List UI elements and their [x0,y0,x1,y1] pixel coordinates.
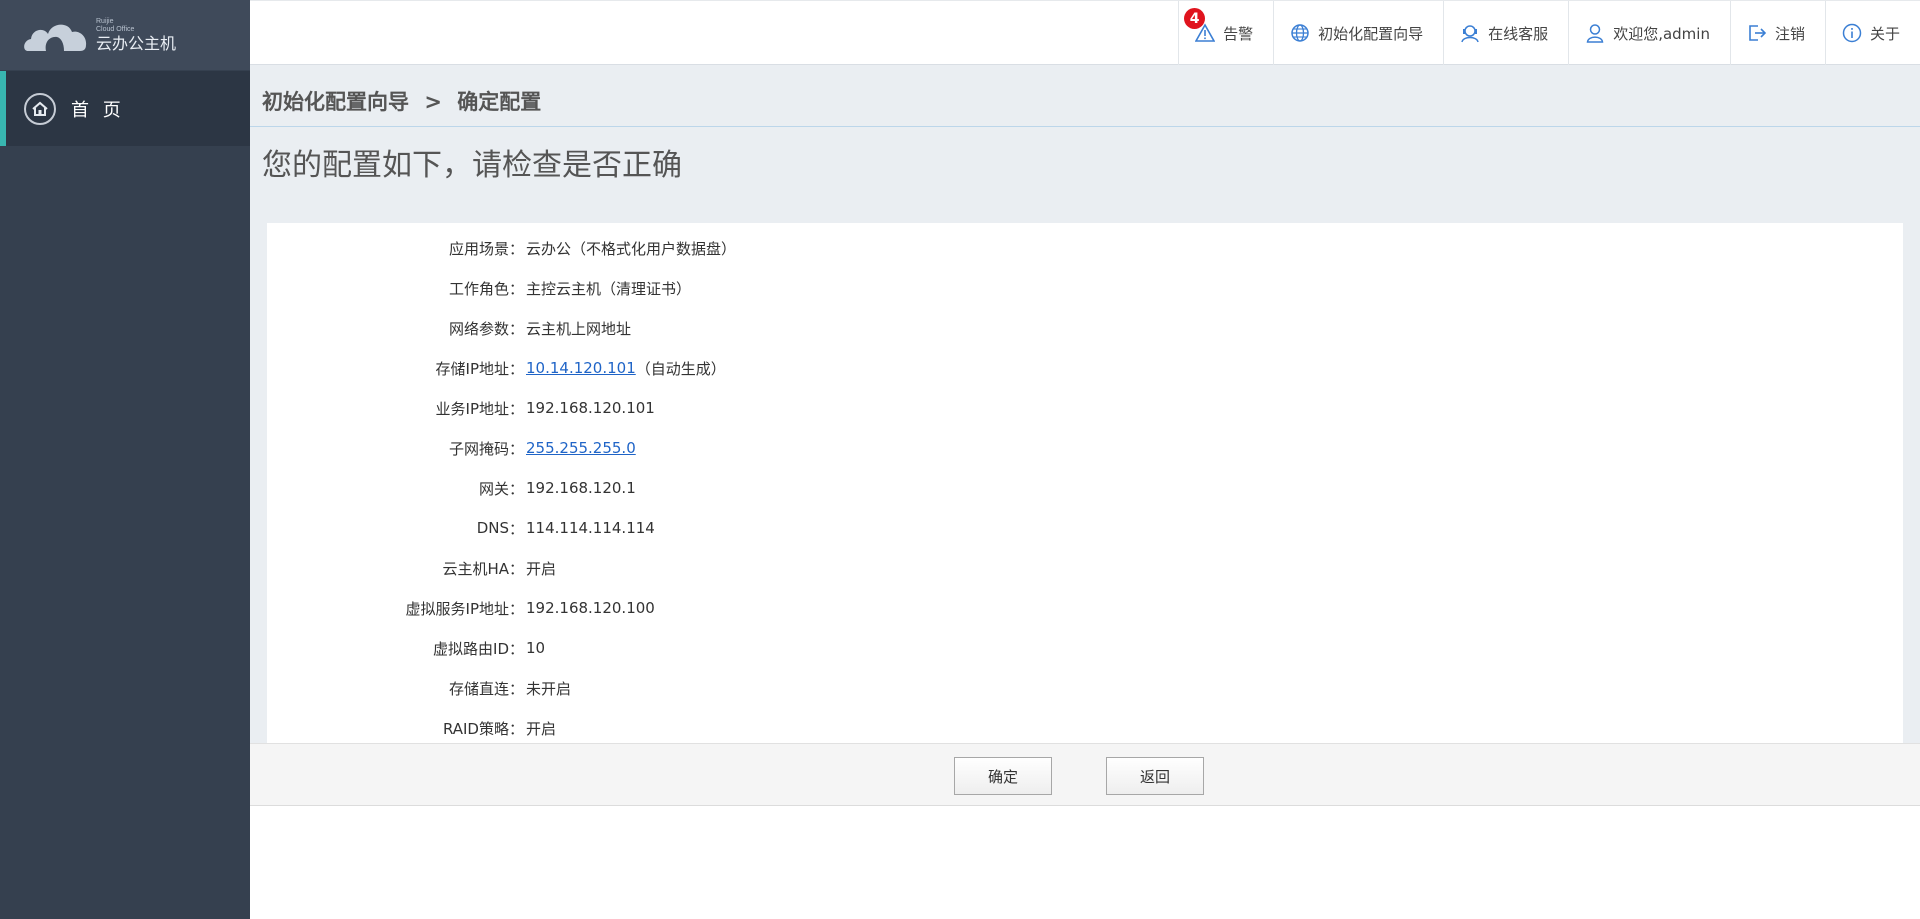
breadcrumb-parent[interactable]: 初始化配置向导 [262,90,409,114]
config-summary-panel: 应用场景： 云办公（不格式化用户数据盘） 工作角色： 主控云主机（清理证书） 网… [267,223,1903,743]
config-colon: ： [509,239,525,258]
logout-button[interactable]: 注销 [1729,1,1825,65]
sidebar-item-home[interactable]: 首 页 [0,71,250,146]
config-row: 网关： 192.168.120.1 [267,468,1267,508]
top-bar: 4 告警 初始化配置向导 在线客服 欢迎您,admin 注销 关于 [250,0,1920,65]
back-button[interactable]: 返回 [1106,757,1204,795]
init-wizard-button[interactable]: 初始化配置向导 [1273,1,1443,65]
cloud-logo-icon [24,24,87,51]
breadcrumb-divider [250,126,1920,127]
config-label: 子网掩码 [448,439,509,458]
alarm-count-badge: 4 [1184,8,1206,29]
config-colon: ： [509,519,525,538]
logout-label: 注销 [1774,24,1805,43]
config-colon: ： [509,719,525,738]
home-icon [24,92,56,125]
config-row: 子网掩码： 255.255.255.0 [267,428,1267,468]
config-label: 虚拟路由ID [433,639,509,658]
config-colon: ： [509,679,525,698]
sidebar-item-label: 首 页 [71,99,125,121]
config-label: 云主机HA [442,559,509,578]
config-row: 云主机HA： 开启 [267,548,1267,588]
config-value: 开启 [526,559,557,578]
config-row: 网络参数： 云主机上网地址 [267,308,1267,348]
config-value: 开启 [526,719,557,738]
config-row: 虚拟路由ID： 10 [267,628,1267,668]
config-row: 存储直连： 未开启 [267,668,1267,708]
config-label: 应用场景 [448,239,509,258]
config-colon: ： [509,559,525,578]
config-colon: ： [509,279,525,298]
config-row: 存储IP地址： 10.14.120.101 （自动生成） [267,348,1267,388]
breadcrumb: 初始化配置向导 > 确定配置 [262,86,549,116]
welcome-user-label: 欢迎您,admin [1613,24,1710,43]
config-value: （自动生成） [635,359,726,378]
user-menu[interactable]: 欢迎您,admin [1568,1,1730,65]
online-support-button[interactable]: 在线客服 [1443,1,1568,65]
info-icon [1842,23,1862,43]
action-bar: 确定 返回 [250,743,1920,806]
alarm-label: 告警 [1223,24,1254,43]
sidebar: Ruijie Cloud Office 云办公主机 首 页 [0,0,250,919]
config-label: DNS [476,519,509,537]
logout-icon [1749,25,1767,41]
config-colon: ： [509,479,525,498]
breadcrumb-separator: > [424,90,442,114]
config-label: RAID策略 [442,719,509,738]
config-label: 虚拟服务IP地址 [405,599,509,618]
config-value: 192.168.120.1 [526,479,636,497]
config-colon: ： [509,599,525,618]
user-icon [1586,24,1604,43]
breadcrumb-current: 确定配置 [457,90,542,114]
top-menu: 4 告警 初始化配置向导 在线客服 欢迎您,admin 注销 关于 [1178,1,1920,65]
support-agent-icon [1461,25,1479,43]
config-value: 主控云主机（清理证书） [526,279,692,298]
config-row: DNS： 114.114.114.114 [267,508,1267,548]
config-label: 业务IP地址 [435,399,509,418]
about-label: 关于 [1869,24,1900,43]
confirm-button[interactable]: 确定 [954,757,1052,795]
config-value: 云主机上网地址 [526,319,632,338]
storage-ip-link[interactable]: 10.14.120.101 [526,359,636,377]
config-colon: ： [509,439,525,458]
config-value: 192.168.120.100 [526,599,655,617]
logo-text: Ruijie Cloud Office 云办公主机 [96,18,176,52]
page-title: 您的配置如下，请检查是否正确 [262,148,682,183]
config-label: 存储直连 [448,679,509,698]
config-label: 存储IP地址 [435,359,509,378]
init-wizard-label: 初始化配置向导 [1318,24,1424,43]
config-value: 未开启 [526,679,572,698]
config-value: 云办公（不格式化用户数据盘） [526,239,737,258]
config-colon: ： [509,399,525,418]
subnet-mask-link[interactable]: 255.255.255.0 [526,439,636,457]
config-row: 工作角色： 主控云主机（清理证书） [267,268,1267,308]
alarm-button[interactable]: 4 告警 [1178,1,1273,65]
config-colon: ： [509,359,525,378]
about-button[interactable]: 关于 [1824,1,1920,65]
online-support-label: 在线客服 [1488,24,1549,43]
config-label: 网关 [478,479,509,498]
config-row: 应用场景： 云办公（不格式化用户数据盘） [267,228,1267,268]
config-row: 业务IP地址： 192.168.120.101 [267,388,1267,428]
config-label: 网络参数 [448,319,509,338]
config-colon: ： [509,319,525,338]
config-value: 114.114.114.114 [526,519,655,537]
globe-icon [1291,24,1309,42]
logo[interactable]: Ruijie Cloud Office 云办公主机 [0,0,250,70]
config-value: 10 [526,639,546,657]
config-row: RAID策略： 开启 [267,708,1267,748]
config-value: 192.168.120.101 [526,399,655,417]
logo-brand: Ruijie Cloud Office [96,18,135,33]
config-colon: ： [509,639,525,658]
logo-product-name: 云办公主机 [96,34,177,53]
config-row: 虚拟服务IP地址： 192.168.120.100 [267,588,1267,628]
config-label: 工作角色 [448,279,509,298]
